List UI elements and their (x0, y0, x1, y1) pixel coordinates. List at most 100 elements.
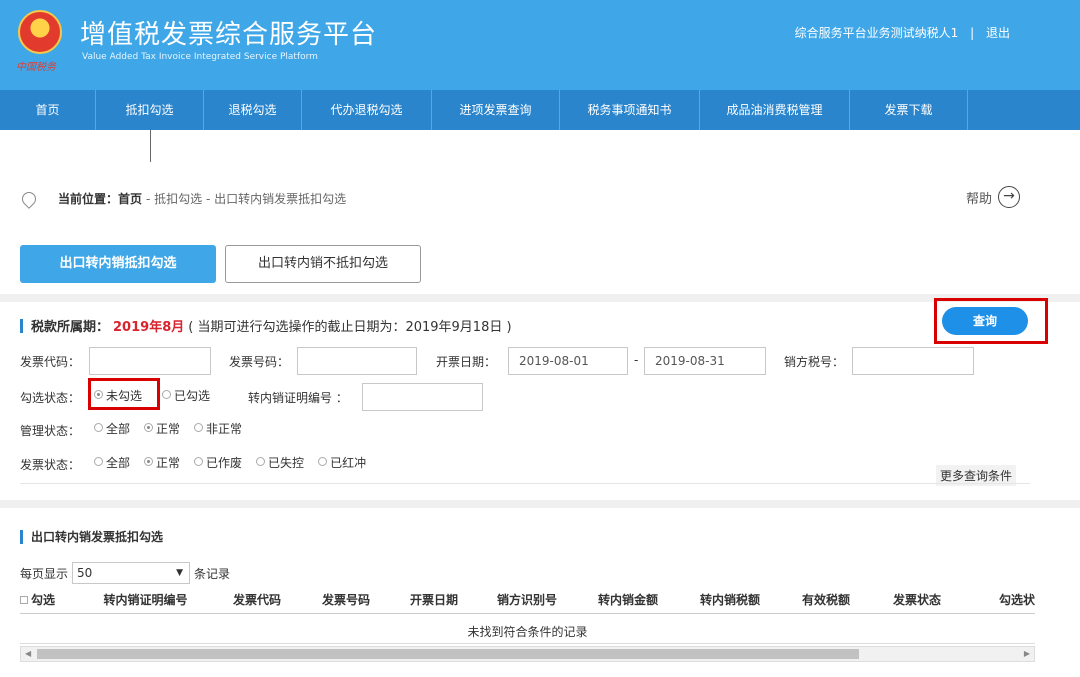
invoice-status-radios: 全部 正常 已作废 已失控 已红冲 (94, 454, 380, 471)
nav-active-indicator (150, 130, 151, 162)
scrollbar-thumb[interactable] (37, 649, 859, 659)
radio-inv-all[interactable]: 全部 (94, 454, 130, 471)
user-bar-separator: | (970, 26, 975, 40)
nav-item-oil-tax[interactable]: 成品油消费税管理 (700, 90, 850, 130)
radio-inv-red-reversed[interactable]: 已红冲 (318, 454, 366, 471)
radio-label: 非正常 (206, 422, 243, 436)
radio-inv-lost[interactable]: 已失控 (256, 454, 304, 471)
mgmt-status-label: 管理状态： (20, 424, 81, 438)
column-domestic-amount: 转内销金额 (597, 593, 658, 607)
radio-dot-icon (256, 457, 266, 466)
page-size-suffix: 条记录 (194, 566, 231, 581)
column-invoice-code: 发票代码 (232, 593, 281, 607)
tax-period-label: 税款所属期： (31, 320, 110, 335)
radio-dot-icon (318, 457, 328, 466)
date-range-separator: - (634, 353, 639, 367)
column-select-status: 勾选状 (998, 593, 1035, 607)
nav-item-home[interactable]: 首页 (0, 90, 96, 130)
nav-item-deduction-select[interactable]: 抵扣勾选 (96, 90, 204, 130)
column-issue-date: 开票日期 (409, 593, 458, 607)
arrow-right-circle-icon: → (998, 186, 1020, 208)
radio-inv-voided[interactable]: 已作废 (194, 454, 242, 471)
page-size-select[interactable]: 50 ▼ (72, 562, 191, 584)
page-size-label: 每页显示 (20, 566, 69, 581)
breadcrumb-label: 当前位置：首页 (58, 192, 143, 206)
table-title: 出口转内销发票抵扣勾选 (31, 530, 164, 544)
tab-export-to-domestic-deduct[interactable]: 出口转内销抵扣勾选 (20, 245, 216, 283)
issue-date-label: 开票日期： (436, 355, 497, 369)
invoice-number-input[interactable] (297, 347, 417, 375)
radio-dot-icon (194, 457, 204, 466)
nav-item-invoice-download[interactable]: 发票下载 (850, 90, 968, 130)
column-effective-tax: 有效税额 (801, 593, 850, 607)
radio-mgmt-all[interactable]: 全部 (94, 420, 130, 437)
table-header: 勾选 转内销证明编号 发票代码 发票号码 开票日期 销方识别号 转内销金额 转内… (20, 590, 1035, 614)
tax-emblem-icon (18, 10, 62, 54)
section-marker (20, 318, 23, 333)
radio-dot-icon (194, 423, 204, 432)
tab-export-to-domestic-nondeduct[interactable]: 出口转内销不抵扣勾选 (225, 245, 421, 283)
issue-date-from-input[interactable]: 2019-08-01 (508, 347, 628, 375)
invoice-code-input[interactable] (89, 347, 211, 375)
mgmt-status-radios: 全部 正常 非正常 (94, 420, 256, 437)
seller-tax-id-label: 销方税号： (784, 355, 845, 369)
horizontal-scrollbar[interactable]: ◀ ▶ (20, 646, 1035, 662)
invoice-number-label: 发票号码： (229, 355, 290, 369)
page-size-value: 50 (77, 566, 93, 580)
logout-link[interactable]: 退出 (986, 26, 1010, 40)
tax-period: 税款所属期： 2019年8月 ( 当期可进行勾选操作的截止日期为：2019年9月… (20, 316, 512, 335)
invoice-status-label: 发票状态： (20, 458, 81, 472)
radio-label: 全部 (106, 456, 131, 470)
radio-dot-icon (94, 423, 103, 432)
radio-label: 已勾选 (174, 389, 211, 403)
form-divider (20, 483, 1030, 484)
seller-tax-id-input[interactable] (852, 347, 974, 375)
breadcrumb-path: - 抵扣勾选 - 出口转内销发票抵扣勾选 (146, 192, 347, 206)
radio-dot-icon (144, 457, 154, 466)
cert-number-input[interactable] (362, 383, 483, 411)
scroll-left-icon[interactable]: ◀ (25, 647, 31, 661)
radio-mgmt-normal[interactable]: 正常 (144, 420, 180, 437)
page-size-control: 每页显示 50 ▼ 条记录 (20, 562, 230, 584)
invoice-code-label: 发票代码： (20, 355, 81, 369)
unselected-highlight-box (88, 378, 160, 410)
radio-mgmt-abnormal[interactable]: 非正常 (194, 420, 242, 437)
query-button[interactable]: 查询 (942, 307, 1028, 335)
table-section-title: 出口转内销发票抵扣勾选 (20, 528, 163, 545)
nav-item-tax-notice[interactable]: 税务事项通知书 (560, 90, 700, 130)
radio-inv-normal[interactable]: 正常 (144, 454, 180, 471)
user-name: 综合服务平台业务测试纳税人1 (794, 26, 959, 40)
user-bar: 综合服务平台业务测试纳税人1 | 退出 (795, 24, 1010, 41)
radio-label: 已失控 (268, 456, 305, 470)
column-cert-number: 转内销证明编号 (103, 593, 188, 607)
main-nav: 首页 抵扣勾选 退税勾选 代办退税勾选 进项发票查询 税务事项通知书 成品油消费… (0, 90, 1080, 130)
column-domestic-tax: 转内销税额 (699, 593, 760, 607)
radio-label: 正常 (156, 456, 181, 470)
column-select[interactable]: 勾选 (20, 590, 78, 613)
nav-item-input-invoice-query[interactable]: 进项发票查询 (432, 90, 560, 130)
nav-item-agent-refund-select[interactable]: 代办退税勾选 (302, 90, 432, 130)
location-pin-icon (19, 188, 39, 209)
radio-dot-icon (162, 390, 172, 399)
scroll-right-icon[interactable]: ▶ (1024, 647, 1030, 661)
cert-number-label: 转内销证明编号 ： (248, 391, 348, 405)
table-empty-message: 未找到符合条件的记录 (20, 620, 1035, 644)
radio-label: 已作废 (206, 456, 243, 470)
section-divider (0, 294, 1080, 302)
platform-title: 增值税发票综合服务平台 (80, 20, 378, 50)
issue-date-to-input[interactable]: 2019-08-31 (644, 347, 766, 375)
section-divider (0, 500, 1080, 508)
radio-selected[interactable]: 已勾选 (162, 387, 210, 404)
nav-item-refund-select[interactable]: 退税勾选 (204, 90, 302, 130)
help-link[interactable]: 帮助 → (966, 186, 1020, 208)
column-invoice-status: 发票状态 (892, 593, 941, 607)
column-invoice-number: 发票号码 (321, 593, 370, 607)
radio-dot-icon (94, 457, 103, 466)
tax-period-deadline-note: ( 当期可进行勾选操作的截止日期为：2019年9月18日 ) (188, 320, 512, 335)
dropdown-arrow-icon: ▼ (176, 568, 184, 578)
radio-dot-icon (144, 423, 154, 432)
column-seller-id: 销方识别号 (496, 593, 557, 607)
tax-period-value: 2019年8月 (113, 320, 185, 335)
select-all-checkbox-icon[interactable] (20, 595, 28, 604)
column-label: 勾选 (31, 593, 56, 607)
